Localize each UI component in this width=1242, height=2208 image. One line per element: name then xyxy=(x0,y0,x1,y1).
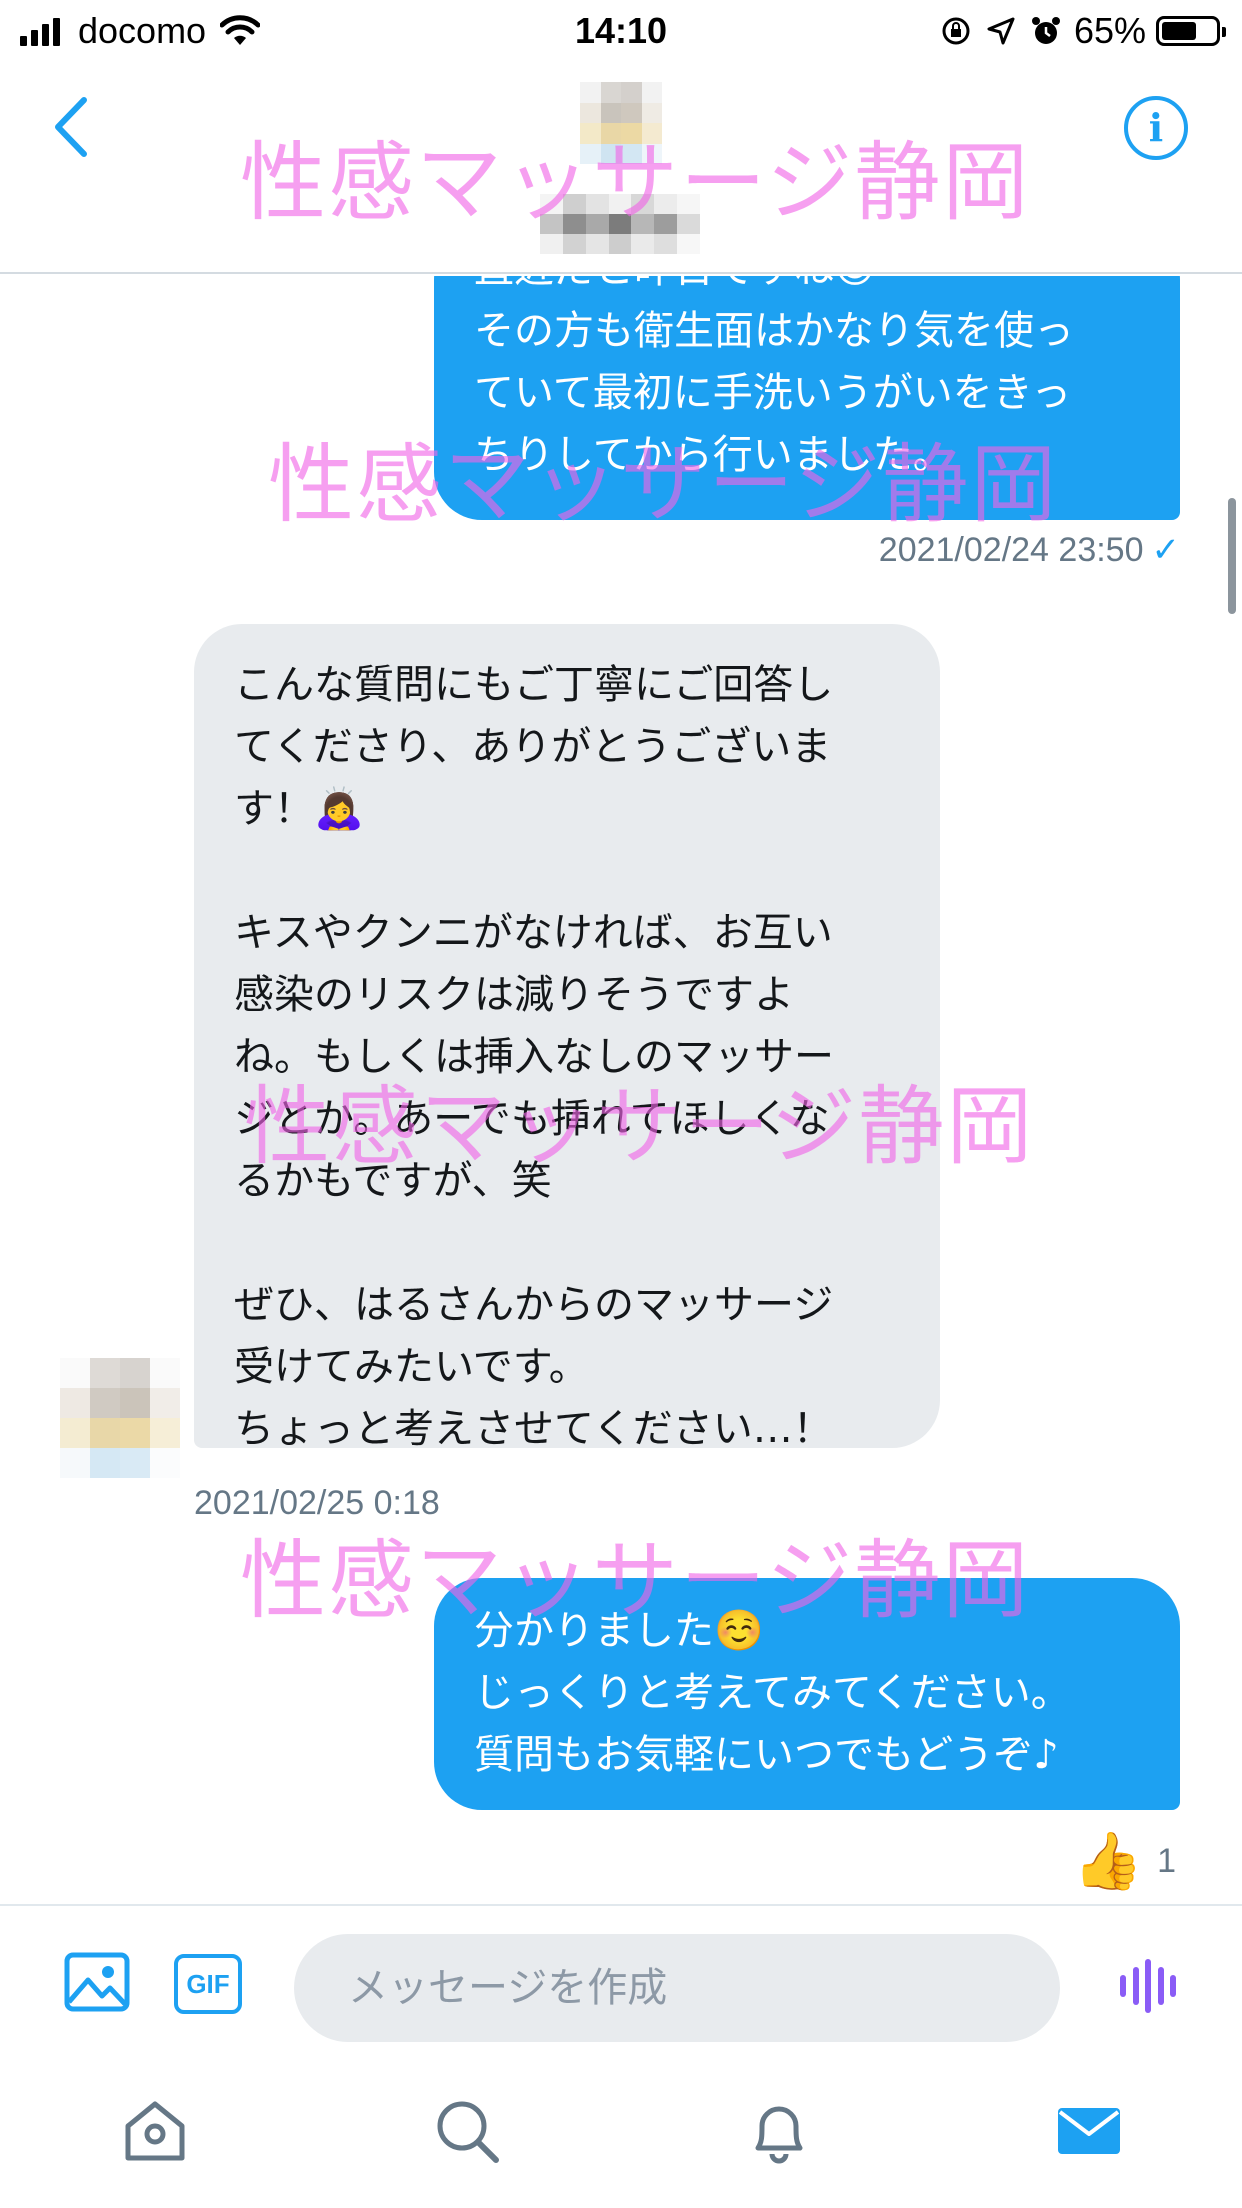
status-right: 65% xyxy=(926,10,1226,52)
notifications-icon[interactable] xyxy=(744,2096,814,2166)
message-input[interactable] xyxy=(294,1934,1060,2042)
thumbs-up-icon: 👍 xyxy=(1073,1829,1144,1892)
sender-avatar[interactable] xyxy=(60,1358,180,1478)
status-bar: docomo 14:10 65% xyxy=(0,0,1242,62)
conversation-header: i xyxy=(0,62,1242,274)
message-thread[interactable]: 直近だと昨日ですね😌 その方も衛生面はかなり気を使っ ていて最初に手洗いうがいを… xyxy=(0,276,1242,1904)
rotation-lock-icon xyxy=(942,17,970,45)
message-bubble-outgoing[interactable]: 分かりました☺️ じっくりと考えてみてください。 質問もお気軽にいつでもどうぞ♪ xyxy=(434,1578,1180,1810)
timestamp-text: 2021/02/25 0:18 xyxy=(194,1484,440,1522)
voice-message-icon[interactable] xyxy=(1120,1958,1176,2014)
messages-icon[interactable] xyxy=(1054,2096,1124,2166)
contact-avatar[interactable] xyxy=(580,82,662,164)
search-icon[interactable] xyxy=(432,2096,502,2166)
alarm-icon xyxy=(1031,17,1060,44)
timestamp-text: 2021/02/24 23:50 xyxy=(878,531,1144,569)
battery-fill xyxy=(1162,22,1196,40)
location-icon xyxy=(987,17,1015,45)
message-bubble-outgoing[interactable]: 直近だと昨日ですね😌 その方も衛生面はかなり気を使っ ていて最初に手洗いうがいを… xyxy=(434,276,1180,520)
back-chevron-icon[interactable] xyxy=(44,92,104,162)
message-timestamp: 2021/02/25 0:18 xyxy=(194,1484,440,1523)
reaction-count: 1 xyxy=(1157,1841,1176,1880)
contact-name[interactable] xyxy=(540,194,700,254)
info-icon[interactable]: i xyxy=(1124,96,1188,160)
message-reaction[interactable]: 👍 1 xyxy=(1073,1828,1176,1894)
gif-button[interactable]: GIF xyxy=(174,1954,242,2014)
image-icon[interactable] xyxy=(64,1952,130,2012)
message-bubble-incoming[interactable]: こんな質問にもご丁寧にご回答し てくださり、ありがとうございま す！🙇‍♀️ キ… xyxy=(194,624,940,1452)
message-composer: GIF xyxy=(0,1904,1242,2046)
message-timestamp: 2021/02/24 23:50 ✓ xyxy=(879,530,1180,570)
home-icon[interactable] xyxy=(120,2096,190,2166)
scrollbar[interactable] xyxy=(1228,498,1236,614)
bottom-tab-bar xyxy=(0,2046,1242,2208)
battery-percent: 65% xyxy=(1073,10,1146,51)
read-check-icon: ✓ xyxy=(1151,531,1181,569)
battery-icon xyxy=(1156,16,1226,46)
